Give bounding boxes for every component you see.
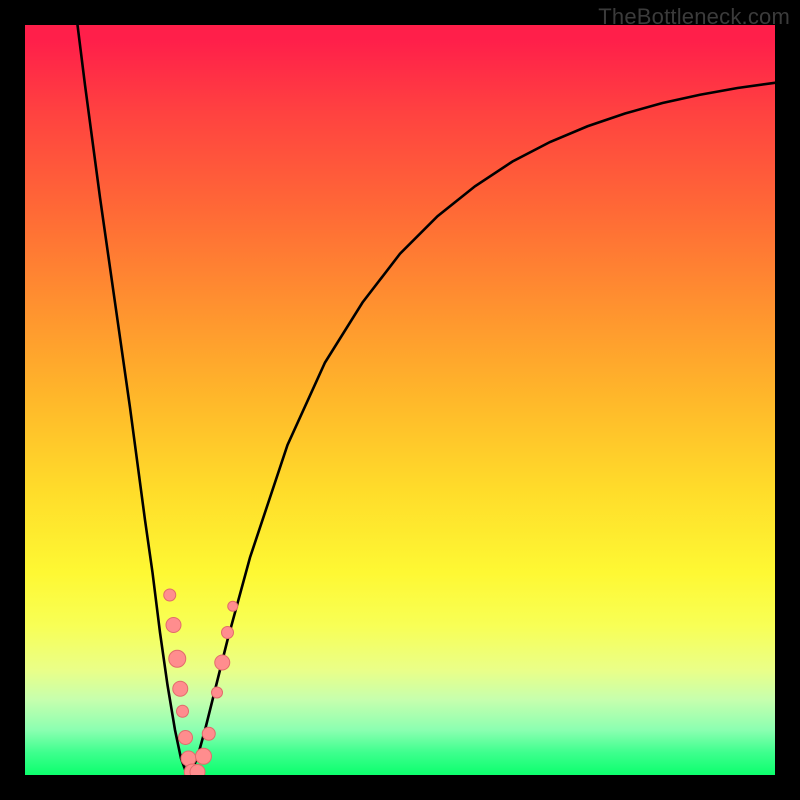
marker-dot xyxy=(177,705,189,717)
marker-dot xyxy=(215,655,230,670)
marker-dot xyxy=(166,618,181,633)
chart-frame: TheBottleneck.com xyxy=(0,0,800,800)
marker-dot xyxy=(190,765,205,776)
marker-dot xyxy=(169,650,186,667)
marker-dot xyxy=(222,627,234,639)
marker-dot xyxy=(164,589,176,601)
marker-dot xyxy=(228,601,238,611)
marker-dot xyxy=(212,687,223,698)
marker-dot xyxy=(202,727,215,740)
watermark-text: TheBottleneck.com xyxy=(598,4,790,30)
marker-dot xyxy=(179,731,193,745)
curve-right-branch xyxy=(190,83,775,775)
chart-svg xyxy=(25,25,775,775)
plot-area xyxy=(25,25,775,775)
marker-dot xyxy=(173,681,188,696)
marker-dot xyxy=(196,748,212,764)
